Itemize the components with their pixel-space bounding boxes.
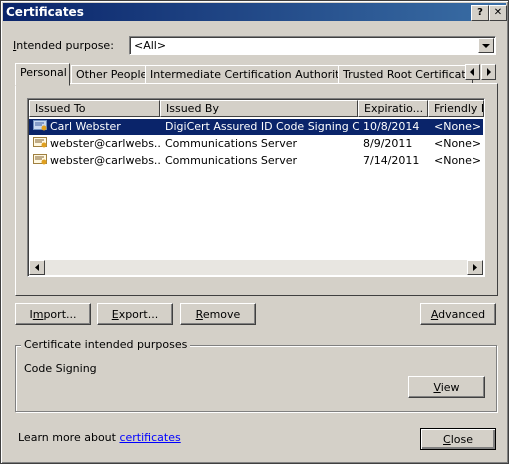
friendly-name-cell: <None> (434, 154, 482, 167)
purpose-label: Intended purpose: (13, 39, 114, 52)
remove-button[interactable]: Remove (180, 303, 256, 325)
chevron-down-icon[interactable] (478, 38, 494, 53)
certificate-icon (33, 137, 47, 148)
tab-scroll-left-icon[interactable] (465, 64, 480, 80)
tab-other-people[interactable]: Other People (71, 65, 147, 85)
intended-purposes-group: Certificate intended purposes Code Signi… (15, 338, 497, 412)
export-button[interactable]: Export... (97, 303, 173, 325)
certificates-dialog: Certificates ? ✕ Intended purpose: <All>… (0, 0, 509, 464)
close-window-button[interactable]: ✕ (489, 5, 507, 21)
scroll-left-icon[interactable] (29, 260, 45, 275)
friendly-name-cell: <None> (434, 137, 482, 150)
certificate-icon (33, 120, 47, 131)
tab-personal[interactable]: Personal (15, 63, 70, 86)
close-button[interactable]: Close (420, 428, 496, 450)
scroll-right-icon[interactable] (467, 260, 483, 275)
issued-to-cell: webster@carlwebs... (50, 137, 160, 150)
expiration-cell: 7/14/2011 (363, 154, 420, 167)
tab-scroll-right-icon[interactable] (481, 64, 496, 80)
advanced-button[interactable]: Advanced (420, 303, 496, 325)
expiration-cell: 8/9/2011 (363, 137, 413, 150)
horizontal-scrollbar[interactable] (29, 260, 483, 275)
import-button[interactable]: Import... (15, 303, 91, 325)
table-row[interactable]: webster@carlwebs... Communications Serve… (29, 136, 483, 152)
help-icon: ? (477, 7, 483, 18)
issued-by-cell: Communications Server (165, 154, 297, 167)
view-button[interactable]: View (408, 376, 485, 398)
intended-purposes-value: Code Signing (24, 362, 97, 375)
expiration-cell: 10/8/2014 (363, 120, 420, 133)
group-title: Certificate intended purposes (21, 338, 191, 351)
tab-trusted-root[interactable]: Trusted Root Certification (338, 65, 473, 85)
column-expiration[interactable]: Expiratio... (358, 100, 428, 117)
help-button[interactable]: ? (471, 5, 489, 21)
window-title: Certificates (6, 5, 84, 19)
certificates-link[interactable]: certificates (119, 431, 180, 444)
issued-to-cell: webster@carlwebs... (50, 154, 160, 167)
issued-by-cell: DigiCert Assured ID Code Signing CA-1 (165, 120, 359, 133)
purpose-value: <All> (134, 39, 167, 52)
column-friendly-name[interactable]: Friendly Na (428, 100, 484, 117)
title-bar[interactable]: Certificates ? ✕ (3, 3, 507, 21)
issued-to-cell: Carl Webster (50, 120, 121, 133)
issued-by-cell: Communications Server (165, 137, 297, 150)
footer-text: Learn more about certificates (18, 431, 181, 444)
purpose-dropdown[interactable]: <All> (129, 36, 496, 55)
column-issued-to[interactable]: Issued To (29, 100, 160, 117)
tab-intermediate-ca[interactable]: Intermediate Certification Authorities (145, 65, 355, 85)
table-row[interactable]: webster@carlwebs... Communications Serve… (29, 153, 483, 169)
close-icon: ✕ (493, 7, 503, 18)
table-row[interactable]: Carl Webster DigiCert Assured ID Code Si… (29, 119, 483, 135)
friendly-name-cell: <None> (434, 120, 482, 133)
certificate-icon (33, 154, 47, 165)
certificate-list[interactable]: Issued To Issued By Expiratio... Friendl… (27, 98, 485, 277)
column-issued-by[interactable]: Issued By (160, 100, 358, 117)
